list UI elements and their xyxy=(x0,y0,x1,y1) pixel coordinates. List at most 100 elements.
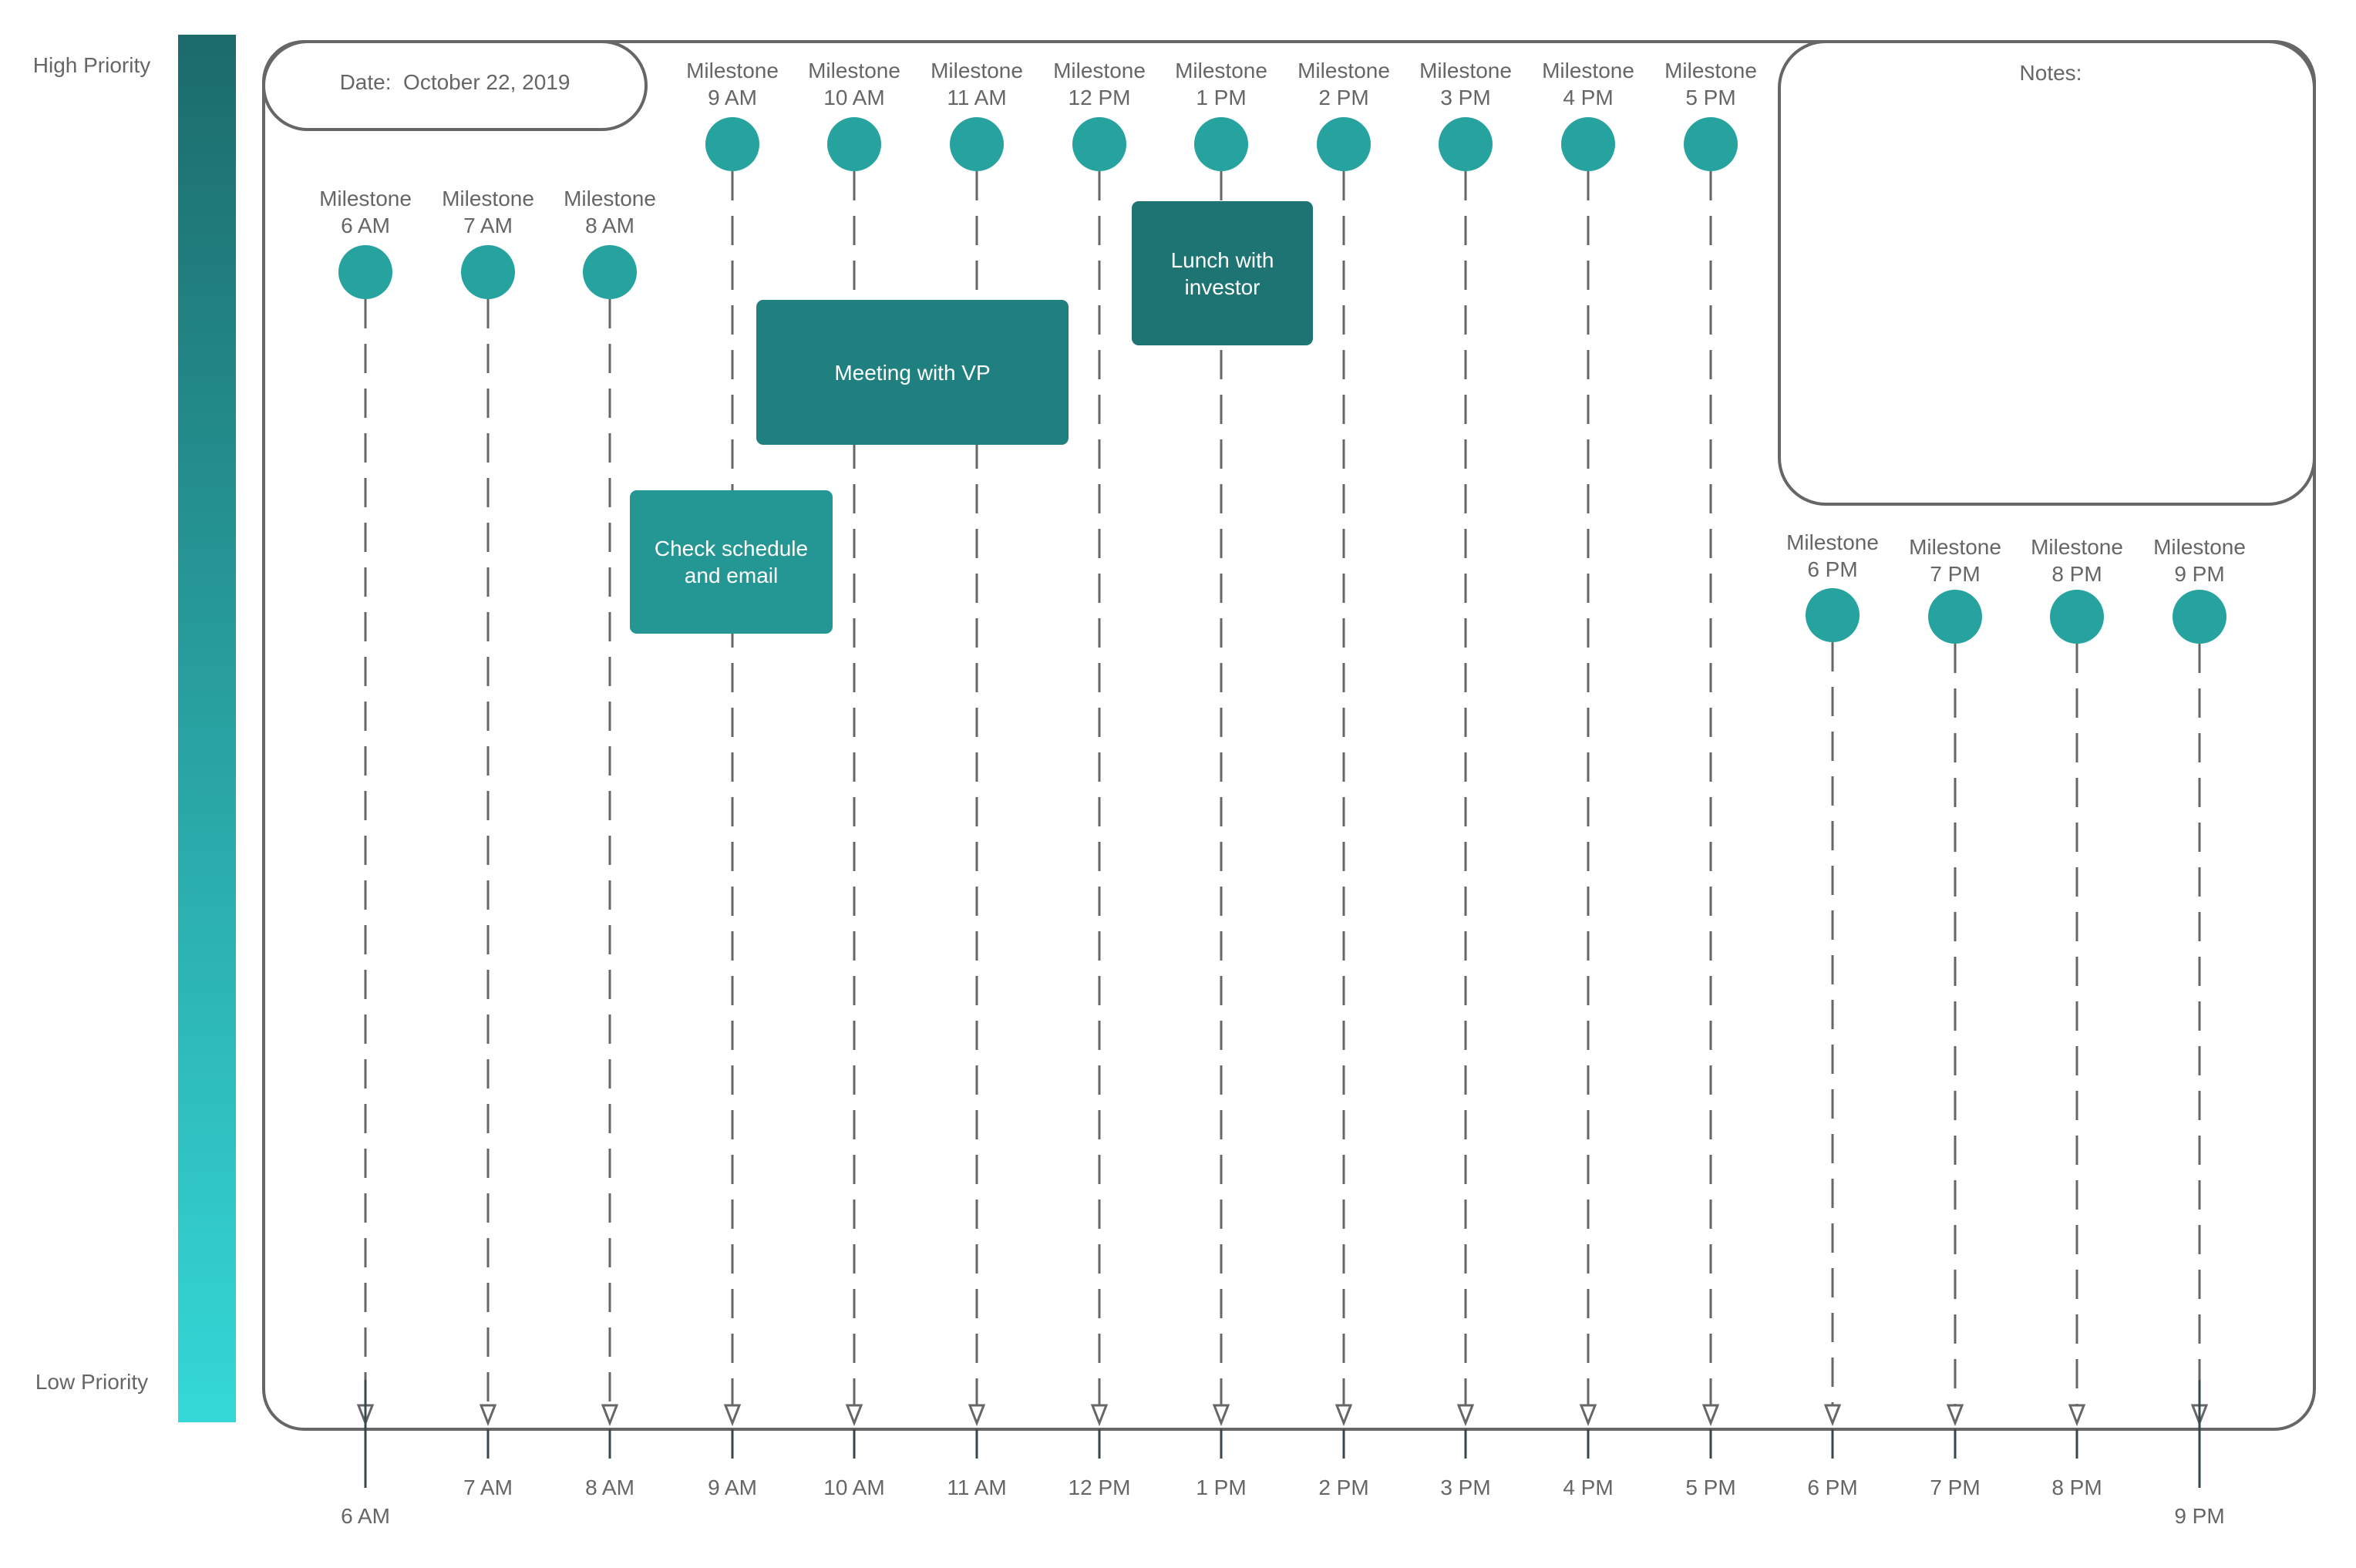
milestone-title: Milestone xyxy=(2153,535,2246,559)
milestone-marker[interactable] xyxy=(1806,588,1860,642)
milestone-label: Milestone 1 PM xyxy=(1159,57,1283,111)
milestone-time: 9 AM xyxy=(708,86,757,109)
milestone-time: 3 PM xyxy=(1440,86,1491,109)
milestone-label: Milestone 10 AM xyxy=(793,57,916,111)
milestone-title: Milestone xyxy=(2031,535,2123,559)
axis-hour-label: 12 PM xyxy=(1068,1475,1131,1499)
arrowhead-icon xyxy=(601,1404,619,1427)
milestone-time: 8 AM xyxy=(585,214,634,237)
milestone-label: Milestone 9 PM xyxy=(2138,533,2261,587)
priority-gradient-bar xyxy=(178,35,236,1422)
milestone-time: 10 AM xyxy=(823,86,885,109)
milestone-marker[interactable] xyxy=(583,245,637,299)
milestone-marker[interactable] xyxy=(1317,117,1371,171)
milestone-title: Milestone xyxy=(564,187,656,210)
arrowhead-icon xyxy=(1701,1404,1720,1427)
axis-hour-label: 6 PM xyxy=(1807,1475,1858,1499)
milestone-title: Milestone xyxy=(442,187,534,210)
milestone-marker[interactable] xyxy=(1561,117,1615,171)
arrowhead-icon xyxy=(1823,1404,1842,1427)
milestone-marker[interactable] xyxy=(950,117,1004,171)
milestone-time: 9 PM xyxy=(2174,562,2225,586)
milestone-label: Milestone 8 PM xyxy=(2015,533,2139,587)
milestone-title: Milestone xyxy=(1297,59,1390,82)
milestone-marker[interactable] xyxy=(1684,117,1738,171)
milestone-label: Milestone 6 AM xyxy=(304,185,427,239)
axis-hour-label: 9 PM xyxy=(2174,1504,2225,1528)
milestone-title: Milestone xyxy=(931,59,1023,82)
arrowhead-icon xyxy=(968,1404,986,1427)
milestone-label: Milestone 7 AM xyxy=(426,185,550,239)
task-meeting-with-vp[interactable]: Meeting with VP xyxy=(756,300,1069,445)
milestone-marker[interactable] xyxy=(1072,117,1126,171)
notes-box[interactable] xyxy=(1778,40,2316,506)
arrowhead-icon xyxy=(1335,1404,1353,1427)
axis-hour-label: 7 AM xyxy=(463,1475,513,1499)
milestone-time: 11 AM xyxy=(947,86,1007,109)
milestone-title: Milestone xyxy=(1909,535,2001,559)
milestone-time: 4 PM xyxy=(1563,86,1614,109)
milestone-title: Milestone xyxy=(1419,59,1512,82)
axis-hour-label: 4 PM xyxy=(1563,1475,1614,1499)
milestone-label: Milestone 5 PM xyxy=(1649,57,1772,111)
milestone-marker[interactable] xyxy=(461,245,515,299)
milestone-marker[interactable] xyxy=(1439,117,1493,171)
axis-hour-label: 9 AM xyxy=(708,1475,757,1499)
milestone-marker[interactable] xyxy=(2173,590,2226,644)
axis-hour-label: 8 PM xyxy=(2051,1475,2102,1499)
milestone-marker[interactable] xyxy=(2050,590,2104,644)
milestone-marker[interactable] xyxy=(705,117,759,171)
axis-hour-label: 10 AM xyxy=(823,1475,885,1499)
milestone-time: 1 PM xyxy=(1196,86,1247,109)
milestone-title: Milestone xyxy=(1053,59,1146,82)
milestone-marker[interactable] xyxy=(1928,590,1982,644)
arrowhead-icon xyxy=(845,1404,863,1427)
milestone-title: Milestone xyxy=(808,59,900,82)
milestone-label: Milestone 12 PM xyxy=(1038,57,1161,111)
milestone-time: 7 PM xyxy=(1930,562,1981,586)
task-check-schedule[interactable]: Check schedule and email xyxy=(630,490,833,634)
milestone-marker[interactable] xyxy=(338,245,392,299)
milestone-time: 8 PM xyxy=(2051,562,2102,586)
axis-hour-label: 7 PM xyxy=(1930,1475,1981,1499)
arrowhead-icon xyxy=(1946,1404,1964,1427)
axis-hour-label: 2 PM xyxy=(1318,1475,1369,1499)
milestone-time: 6 AM xyxy=(341,214,390,237)
milestone-time: 5 PM xyxy=(1685,86,1736,109)
milestone-title: Milestone xyxy=(1175,59,1267,82)
axis-hour-label: 1 PM xyxy=(1196,1475,1247,1499)
milestone-title: Milestone xyxy=(1542,59,1634,82)
date-label: Date: October 22, 2019 xyxy=(339,70,570,94)
arrowhead-icon xyxy=(1212,1404,1230,1427)
milestone-time: 7 AM xyxy=(463,214,513,237)
low-priority-label: Low Priority xyxy=(35,1370,149,1394)
axis-hour-label: 3 PM xyxy=(1440,1475,1491,1499)
arrowhead-icon xyxy=(723,1404,742,1427)
milestone-title: Milestone xyxy=(1786,530,1879,554)
notes-title: Notes: xyxy=(2019,61,2082,85)
axis-hour-label: 8 AM xyxy=(585,1475,634,1499)
milestone-label: Milestone 2 PM xyxy=(1282,57,1405,111)
milestone-marker[interactable] xyxy=(1194,117,1248,171)
milestone-label: Milestone 11 AM xyxy=(915,57,1038,111)
milestone-marker[interactable] xyxy=(827,117,881,171)
high-priority-label: High Priority xyxy=(32,53,151,77)
arrowhead-icon xyxy=(1579,1404,1597,1427)
milestone-label: Milestone 9 AM xyxy=(671,57,794,111)
task-lunch-with-investor[interactable]: Lunch with investor xyxy=(1132,201,1313,345)
arrowhead-icon xyxy=(1090,1404,1109,1427)
axis-hour-label: 6 AM xyxy=(341,1504,390,1528)
arrowhead-icon xyxy=(2068,1404,2086,1427)
milestone-label: Milestone 6 PM xyxy=(1771,529,1894,583)
arrowhead-icon xyxy=(1456,1404,1475,1427)
milestone-title: Milestone xyxy=(319,187,412,210)
milestone-label: Milestone 8 AM xyxy=(548,185,671,239)
milestone-label: Milestone 7 PM xyxy=(1893,533,2017,587)
milestone-label: Milestone 3 PM xyxy=(1404,57,1527,111)
milestone-title: Milestone xyxy=(686,59,779,82)
axis-hour-label: 11 AM xyxy=(947,1475,1007,1499)
arrowhead-icon xyxy=(479,1404,497,1427)
milestone-title: Milestone xyxy=(1664,59,1757,82)
milestone-label: Milestone 4 PM xyxy=(1526,57,1650,111)
milestone-time: 2 PM xyxy=(1318,86,1369,109)
